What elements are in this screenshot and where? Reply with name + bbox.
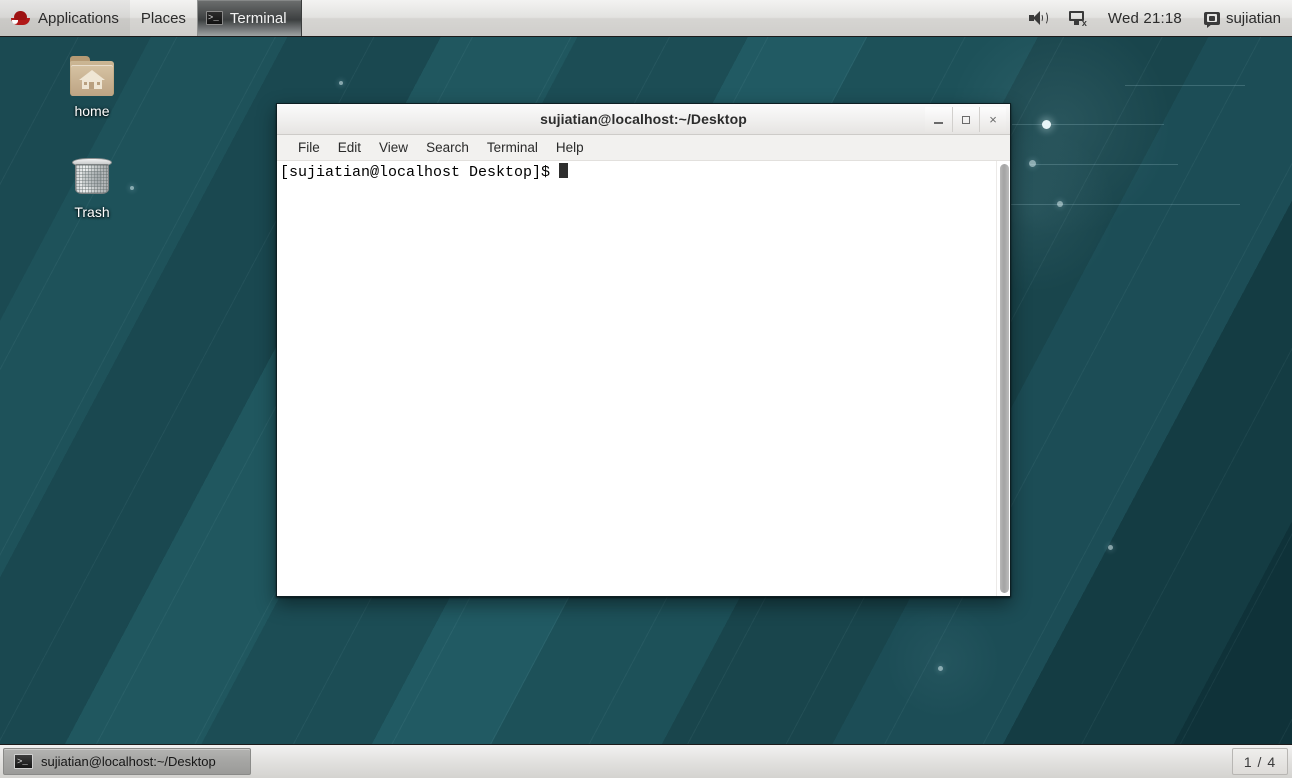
wallpaper-dot: [1042, 120, 1051, 129]
red-hat-logo-icon: [11, 11, 30, 25]
wallpaper-dot: [339, 81, 343, 85]
menu-view[interactable]: View: [370, 137, 417, 158]
bottom-panel: sujiatian@localhost:~/Desktop 1 / 4: [0, 744, 1292, 778]
clock-label: Wed 21:18: [1107, 9, 1182, 27]
volume-indicator[interactable]: [1018, 0, 1057, 36]
terminal-icon: [14, 754, 33, 769]
maximize-button[interactable]: [952, 107, 979, 132]
clock[interactable]: Wed 21:18: [1097, 0, 1193, 36]
panel-window-entry-label: Terminal: [229, 9, 287, 27]
taskbar-button-terminal[interactable]: sujiatian@localhost:~/Desktop: [3, 748, 251, 775]
workspace-switcher[interactable]: 1 / 4: [1232, 748, 1288, 775]
terminal-output-area[interactable]: [sujiatian@localhost Desktop]$: [277, 161, 1010, 596]
menubar: File Edit View Search Terminal Help: [277, 135, 1010, 161]
terminal-scrollbar[interactable]: [996, 161, 1010, 596]
wallpaper-dot: [1108, 545, 1113, 550]
panel-status-area: x Wed 21:18 sujiatian: [1018, 0, 1292, 36]
desktop-icon-home[interactable]: home: [44, 56, 140, 119]
desktop-icon-trash[interactable]: Trash: [44, 155, 140, 220]
panel-window-entry-terminal[interactable]: Terminal: [196, 0, 302, 36]
close-button[interactable]: ×: [979, 107, 1006, 132]
menu-edit[interactable]: Edit: [329, 137, 370, 158]
user-menu-label: sujiatian: [1225, 9, 1281, 27]
window-title: sujiatian@localhost:~/Desktop: [540, 111, 747, 127]
user-menu[interactable]: sujiatian: [1193, 0, 1292, 36]
prompt-text: [sujiatian@localhost Desktop]$: [280, 164, 560, 181]
minimize-button[interactable]: [925, 107, 952, 132]
places-menu[interactable]: Places: [130, 0, 197, 36]
minimize-icon: [934, 122, 943, 124]
maximize-icon: [962, 115, 970, 124]
menu-file[interactable]: File: [289, 137, 329, 158]
trash-can-icon: [70, 155, 114, 199]
network-indicator[interactable]: x: [1057, 0, 1097, 36]
wallpaper-dot: [938, 666, 943, 671]
top-panel: Applications Places Terminal x Wed 21: [0, 0, 1292, 37]
taskbar-button-label: sujiatian@localhost:~/Desktop: [41, 754, 216, 769]
terminal-icon: [205, 11, 223, 25]
window-controls: ×: [925, 107, 1006, 132]
titlebar[interactable]: sujiatian@localhost:~/Desktop ×: [277, 104, 1010, 135]
places-menu-label: Places: [140, 9, 186, 27]
menu-search[interactable]: Search: [417, 137, 478, 158]
window-list: sujiatian@localhost:~/Desktop: [0, 745, 251, 778]
speaker-icon: [1028, 11, 1048, 25]
terminal-prompt-line: [sujiatian@localhost Desktop]$: [280, 163, 569, 182]
wallpaper-dot: [1057, 201, 1063, 207]
wallpaper-dot: [1029, 160, 1036, 167]
workspace-indicator-label: 1 / 4: [1243, 753, 1277, 770]
menu-terminal[interactable]: Terminal: [478, 137, 547, 158]
desktop-icon-label: Trash: [74, 204, 110, 220]
message-icon: [1203, 11, 1220, 28]
close-icon: ×: [989, 112, 997, 127]
home-folder-icon: [69, 56, 115, 98]
scrollbar-thumb[interactable]: [1000, 164, 1009, 593]
menu-help[interactable]: Help: [547, 137, 593, 158]
desktop-screen: Applications Places Terminal x Wed 21: [0, 0, 1292, 778]
desktop-icon-label: home: [74, 103, 110, 119]
network-disconnected-icon: x: [1068, 10, 1087, 27]
terminal-window[interactable]: sujiatian@localhost:~/Desktop × File Edi…: [276, 103, 1011, 597]
applications-menu[interactable]: Applications: [0, 0, 130, 36]
text-cursor: [559, 163, 569, 178]
applications-menu-label: Applications: [38, 9, 119, 27]
